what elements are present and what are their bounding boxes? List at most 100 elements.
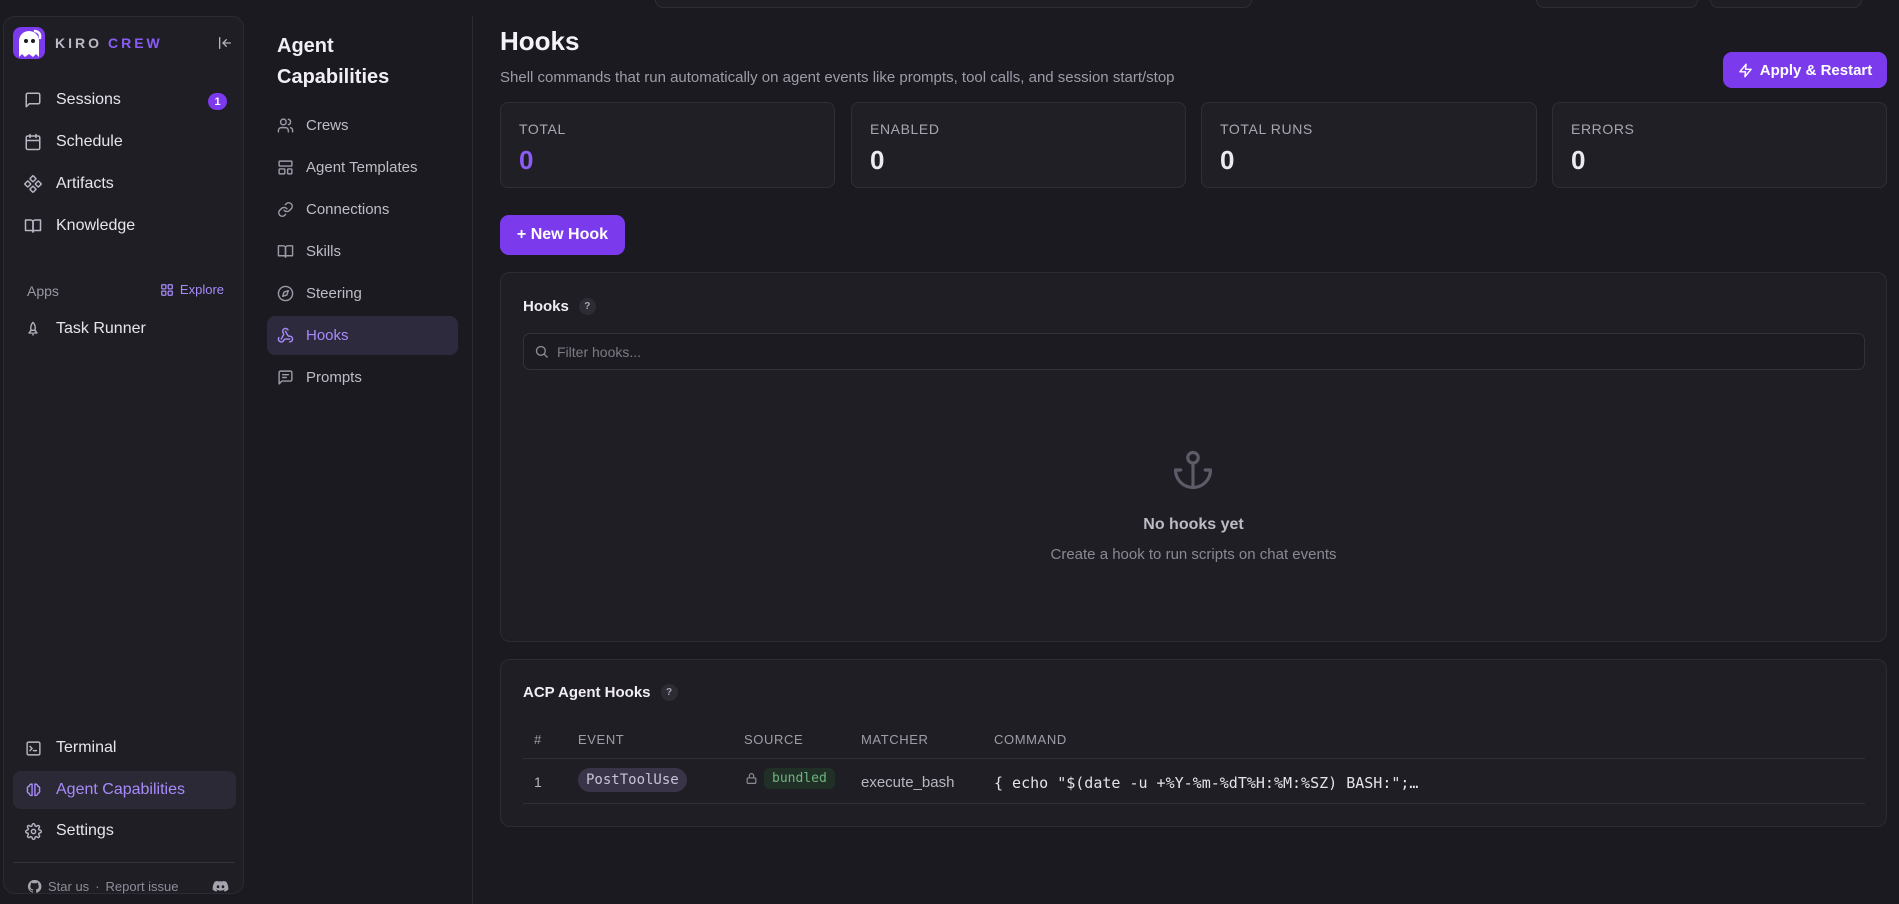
sidebar-item-label: Agent Capabilities (56, 781, 185, 798)
cap-item-connections[interactable]: Connections (267, 190, 458, 229)
star-us-link[interactable]: Star us (48, 879, 89, 894)
apply-restart-label: Apply & Restart (1759, 61, 1873, 79)
help-icon[interactable]: ? (660, 684, 678, 701)
book-icon (277, 243, 294, 260)
lock-icon (744, 772, 758, 786)
stat-label: TOTAL RUNS (1220, 121, 1313, 137)
stat-value: 0 (870, 145, 885, 175)
event-cell: PostToolUse (578, 768, 687, 792)
github-icon (27, 879, 42, 894)
acp-panel-header: ACP Agent Hooks ? (523, 684, 678, 701)
webhook-icon (277, 327, 294, 344)
stat-card-errors: ERRORS 0 (1552, 102, 1887, 188)
collapse-sidebar-icon[interactable] (215, 33, 235, 53)
brain-icon (24, 781, 42, 799)
sidebar-item-label: Terminal (56, 739, 117, 756)
cap-item-label: Connections (306, 201, 390, 218)
capabilities-title: Agent Capabilities (277, 35, 390, 88)
sidebar-item-agent-capabilities[interactable]: Agent Capabilities (13, 771, 236, 809)
template-icon (277, 159, 294, 176)
divider (523, 758, 1865, 759)
cap-item-skills[interactable]: Skills (267, 232, 458, 271)
cap-item-label: Hooks (306, 327, 349, 344)
empty-state-subtitle: Create a hook to run scripts on chat eve… (1050, 546, 1337, 563)
rocket-icon (24, 320, 42, 338)
column-header: # (534, 732, 542, 747)
acp-hooks-panel: ACP Agent Hooks ? # EVENT SOURCE MATCHER… (500, 659, 1887, 827)
cap-item-label: Prompts (306, 369, 362, 386)
cap-item-label: Agent Templates (306, 159, 418, 176)
acp-panel-title: ACP Agent Hooks (523, 684, 651, 701)
stat-card-enabled: ENABLED 0 (851, 102, 1186, 188)
help-icon[interactable]: ? (578, 298, 596, 315)
sidebar-item-label: Settings (56, 822, 114, 839)
stat-value: 0 (519, 145, 534, 175)
explore-link[interactable]: Explore (160, 282, 224, 297)
cap-item-label: Steering (306, 285, 362, 302)
stat-value: 0 (1571, 145, 1586, 175)
stat-label: TOTAL (519, 121, 566, 137)
sidebar-item-knowledge[interactable]: Knowledge (13, 207, 236, 245)
logo (13, 27, 45, 59)
stat-value: 0 (1220, 145, 1235, 175)
sidebar-item-label: Knowledge (56, 217, 136, 234)
hooks-filter-field[interactable] (523, 333, 1865, 370)
users-icon (277, 117, 294, 134)
explore-label: Explore (179, 282, 224, 297)
link-icon (277, 201, 294, 218)
gear-icon (24, 822, 42, 840)
chat-bubble-icon (24, 91, 42, 109)
report-issue-link[interactable]: Report issue (106, 879, 179, 894)
sidebar-item-artifacts[interactable]: Artifacts (13, 165, 236, 203)
sidebar-item-label: Schedule (56, 133, 123, 150)
sidebar-item-sessions[interactable]: Sessions 1 (13, 81, 236, 119)
row-number: 1 (534, 774, 542, 790)
sidebar-item-label: Task Runner (56, 320, 146, 337)
empty-state-title: No hooks yet (1143, 516, 1244, 533)
page-title: Hooks (500, 26, 580, 56)
column-header: EVENT (578, 732, 625, 747)
matcher-cell: execute_bash (861, 774, 955, 791)
compass-icon (277, 285, 294, 302)
hooks-filter-input[interactable] (557, 343, 1864, 360)
cap-item-steering[interactable]: Steering (267, 274, 458, 313)
new-hook-button[interactable]: + New Hook (500, 215, 625, 255)
source-cell: bundled (744, 768, 835, 789)
brand: KIRO CREW (13, 26, 235, 60)
sidebar-item-task-runner[interactable]: Task Runner (13, 310, 236, 348)
artifacts-icon (24, 175, 42, 193)
page-subtitle: Shell commands that run automatically on… (500, 69, 1175, 86)
top-control[interactable] (1536, 0, 1698, 8)
event-pill: PostToolUse (578, 768, 687, 792)
cap-item-crews[interactable]: Crews (267, 106, 458, 145)
message-square-icon (277, 369, 294, 386)
sidebar-footer: Star us · Report issue (27, 879, 179, 894)
stat-card-total-runs: TOTAL RUNS 0 (1201, 102, 1537, 188)
apps-section-label: Apps (27, 283, 59, 299)
sidebar-item-label: Sessions (56, 91, 121, 108)
cap-item-prompts[interactable]: Prompts (267, 358, 458, 397)
sidebar-item-terminal[interactable]: Terminal (13, 729, 236, 767)
search-icon (534, 344, 549, 359)
calendar-icon (24, 133, 42, 151)
column-header: COMMAND (994, 732, 1067, 747)
stat-label: ERRORS (1571, 121, 1635, 137)
cap-item-hooks[interactable]: Hooks (267, 316, 458, 355)
divider (13, 862, 235, 863)
cap-item-agent-templates[interactable]: Agent Templates (267, 148, 458, 187)
sidebar-item-settings[interactable]: Settings (13, 812, 236, 850)
column-header: SOURCE (744, 732, 804, 747)
grid-icon (160, 283, 174, 297)
column-header: MATCHER (861, 732, 929, 747)
divider (523, 803, 1865, 804)
discord-icon[interactable] (211, 877, 229, 895)
sidebar-item-schedule[interactable]: Schedule (13, 123, 236, 161)
apply-restart-button[interactable]: Apply & Restart (1723, 52, 1887, 88)
stat-label: ENABLED (870, 121, 940, 137)
brand-name: KIRO CREW (55, 35, 163, 51)
global-search-input[interactable] (655, 0, 1252, 8)
hooks-panel-header: Hooks ? (523, 298, 596, 315)
anchor-icon (1172, 449, 1214, 491)
top-control[interactable] (1710, 0, 1862, 8)
sessions-count-badge: 1 (208, 93, 227, 110)
